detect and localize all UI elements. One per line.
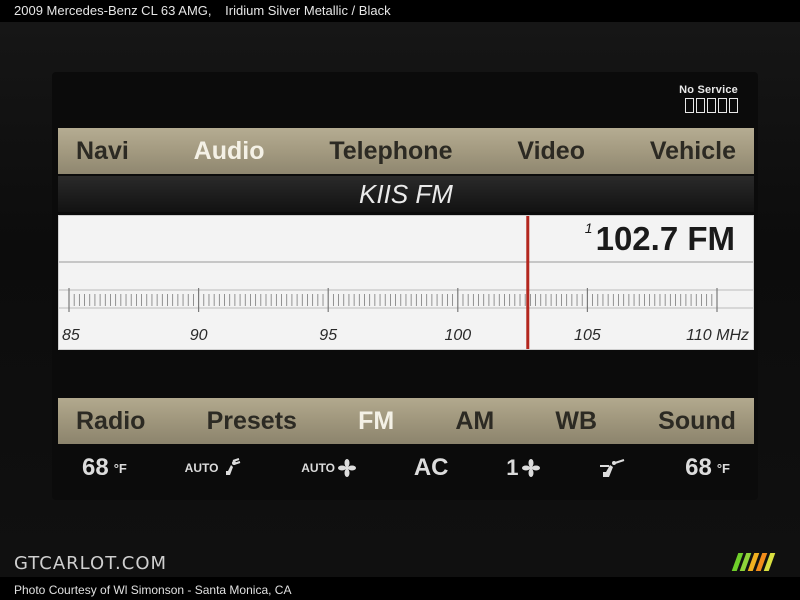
seat-airflow-icon — [226, 458, 241, 475]
signal-strength-icon — [679, 98, 738, 113]
right-temperature[interactable]: 68 °F — [685, 454, 730, 482]
photo-credit: Photo Courtesy of Wl Simonson - Santa Mo… — [14, 583, 292, 597]
station-name: KIIS FM — [359, 179, 453, 209]
left-temp-value: 68 — [82, 454, 109, 481]
menu-audio[interactable]: Audio — [194, 137, 265, 166]
menu-video[interactable]: Video — [517, 137, 585, 166]
fan-speed-icon — [521, 459, 540, 477]
phone-status: No Service — [679, 84, 738, 113]
frequency-display: 1102.7 FM — [585, 220, 735, 258]
scale-label: 85 — [62, 327, 80, 344]
auto-fan-control[interactable]: AUTO — [301, 459, 357, 477]
photo-caption: 2009 Mercedes-Benz CL 63 AMG, Iridium Si… — [14, 3, 401, 18]
comand-screen: No Service Navi Audio Telephone Video Ve… — [52, 72, 758, 500]
scale-label: 100 — [444, 327, 471, 344]
menu-vehicle[interactable]: Vehicle — [650, 137, 736, 166]
submenu-am[interactable]: AM — [455, 407, 494, 436]
left-temp-unit: °F — [113, 460, 127, 476]
caption-vehicle: 2009 Mercedes-Benz CL 63 AMG, — [14, 3, 212, 18]
station-bar: KIIS FM — [58, 176, 754, 212]
status-label: No Service — [679, 84, 738, 96]
right-temp-unit: °F — [716, 460, 730, 476]
main-menu-bar: Navi Audio Telephone Video Vehicle — [58, 128, 754, 174]
submenu-presets[interactable]: Presets — [207, 407, 297, 436]
left-temperature[interactable]: 68 °F — [82, 454, 127, 482]
airflow-direction-control[interactable] — [597, 457, 627, 479]
preset-number: 1 — [584, 220, 593, 236]
submenu-fm[interactable]: FM — [358, 407, 394, 436]
site-logo-icon — [731, 553, 776, 571]
scale-label: 105 — [574, 327, 601, 344]
fan-speed-control[interactable]: 1 — [506, 455, 540, 481]
submenu-sound[interactable]: Sound — [658, 407, 736, 436]
right-temp-value: 68 — [685, 454, 712, 481]
auto-airflow-label: AUTO — [184, 461, 219, 475]
menu-navi[interactable]: Navi — [76, 137, 129, 166]
submenu-radio[interactable]: Radio — [76, 407, 145, 436]
tuner-scale[interactable]: 85 90 95 100 105 110 MHz 1102.7 FM — [58, 215, 754, 350]
seat-airflow-direction-icon — [600, 459, 625, 477]
auto-airflow-control[interactable]: AUTO — [185, 457, 244, 479]
scale-label: 95 — [319, 327, 337, 344]
ac-button[interactable]: AC — [414, 454, 449, 482]
site-watermark: GTCARLOT.COM — [14, 553, 168, 574]
audio-submenu-bar: Radio Presets FM AM WB Sound — [58, 398, 754, 444]
submenu-wb[interactable]: WB — [555, 407, 597, 436]
scale-label: 110 MHz — [686, 327, 749, 344]
auto-fan-label: AUTO — [301, 461, 336, 475]
climate-bar: 68 °F AUTO AUTO AC 1 68 °F — [58, 446, 754, 490]
frequency-value: 102.7 FM — [595, 220, 735, 257]
fan-icon — [338, 459, 357, 477]
fan-speed-value: 1 — [506, 455, 519, 480]
caption-color: Iridium Silver Metallic / Black — [225, 3, 391, 18]
scale-label: 90 — [190, 327, 208, 344]
menu-telephone[interactable]: Telephone — [329, 137, 452, 166]
